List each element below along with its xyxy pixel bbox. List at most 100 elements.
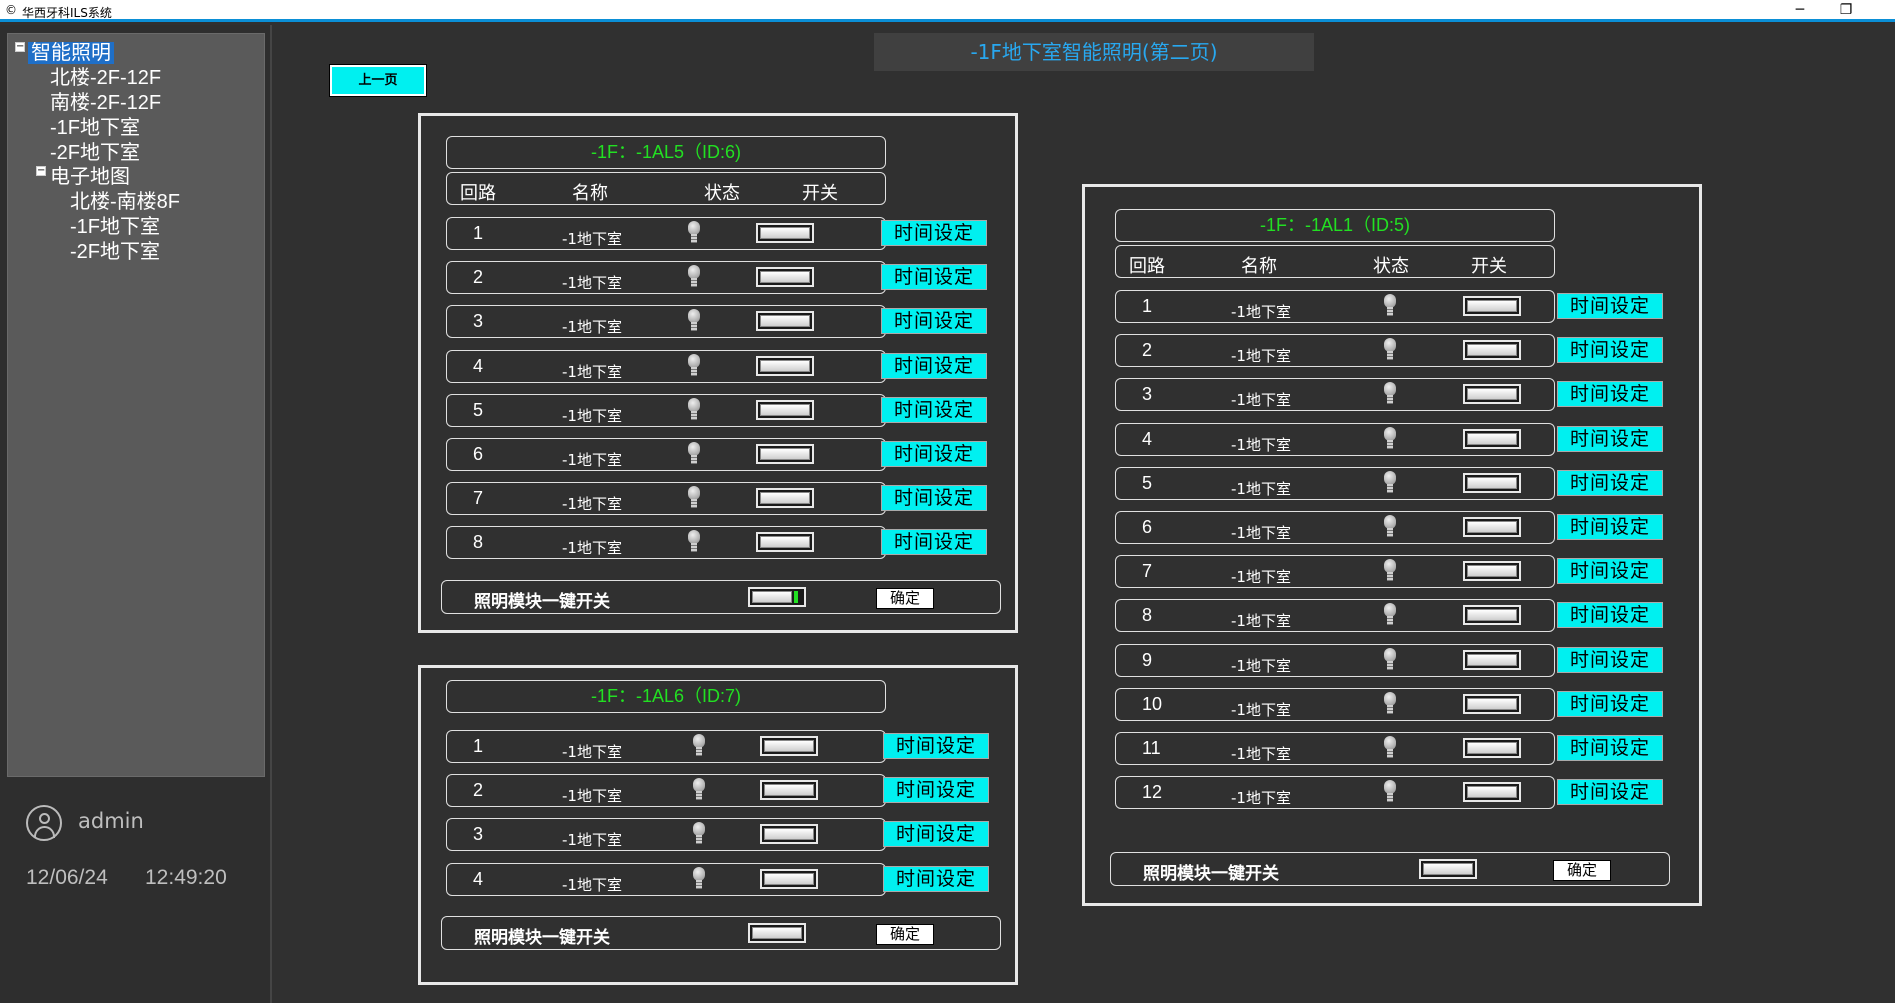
master-switch-toggle[interactable] [748, 923, 806, 943]
confirm-button[interactable]: 确定 [1553, 860, 1611, 881]
bulb-globe [1384, 559, 1396, 573]
circuit-switch[interactable] [1463, 694, 1521, 714]
panel-column-header: 回路 名称 状态 开关 [446, 172, 886, 205]
time-setting-button[interactable]: 时间设定 [1557, 602, 1663, 628]
confirm-button[interactable]: 确定 [876, 924, 934, 945]
circuit-switch[interactable] [1463, 605, 1521, 625]
toggle-knob [1423, 863, 1473, 875]
column-name: 名称 [572, 183, 608, 204]
circuit-row: 8 -1地下室 [446, 526, 886, 559]
circuit-switch[interactable] [756, 356, 814, 376]
time-setting-button[interactable]: 时间设定 [1557, 470, 1663, 496]
time-setting-button[interactable]: 时间设定 [1557, 691, 1663, 717]
circuit-switch[interactable] [1463, 738, 1521, 758]
bulb-base [1387, 572, 1393, 581]
light-bulb-icon [686, 354, 702, 379]
circuit-switch[interactable] [1463, 340, 1521, 360]
circuit-number: 7 [473, 488, 484, 508]
time-setting-button[interactable]: 时间设定 [1557, 381, 1663, 407]
circuit-row: 7 -1地下室 [1115, 555, 1555, 588]
time-setting-button[interactable]: 时间设定 [883, 733, 989, 759]
tree-item-map-basement-2f[interactable]: -2F地下室 [70, 235, 160, 264]
circuit-switch[interactable] [760, 869, 818, 889]
circuit-switch[interactable] [756, 444, 814, 464]
window-titlebar: © 华西牙科ILS系统 ─ ❐ [0, 0, 1895, 22]
bulb-base [696, 835, 702, 844]
circuit-switch[interactable] [1463, 384, 1521, 404]
circuit-row: 6 -1地下室 [446, 438, 886, 471]
circuit-switch[interactable] [756, 267, 814, 287]
circuit-switch[interactable] [1463, 473, 1521, 493]
lighting-panel: -1F：-1AL1（ID:5) 回路 名称 状态 开关 1 -1地下室 时间设定 2 -1地下室时… [1082, 184, 1702, 906]
time-setting-button[interactable]: 时间设定 [1557, 779, 1663, 805]
window-title: 华西牙科ILS系统 [22, 6, 112, 20]
panel-title: -1F：-1AL6（ID:7) [446, 680, 886, 713]
toggle-knob [1467, 344, 1517, 356]
circuit-switch[interactable] [756, 223, 814, 243]
toggle-knob [760, 536, 810, 548]
time-setting-button[interactable]: 时间设定 [883, 777, 989, 803]
time-setting-button[interactable]: 时间设定 [881, 441, 987, 467]
circuit-number: 3 [473, 311, 484, 331]
tree-collapse-icon[interactable]: − [36, 166, 46, 176]
light-bulb-icon [686, 486, 702, 511]
light-bulb-icon [686, 530, 702, 555]
circuit-switch[interactable] [760, 736, 818, 756]
user-avatar-icon [26, 805, 62, 841]
circuit-name: -1地下室 [1231, 657, 1291, 675]
panel-title: -1F：-1AL1（ID:5) [1115, 209, 1555, 242]
circuit-switch[interactable] [1463, 429, 1521, 449]
circuit-switch[interactable] [756, 311, 814, 331]
previous-page-button[interactable]: 上一页 [329, 64, 427, 97]
time-setting-button[interactable]: 时间设定 [881, 353, 987, 379]
master-switch-label: 照明模块一键开关 [474, 928, 610, 948]
circuit-switch[interactable] [1463, 561, 1521, 581]
circuit-switch[interactable] [756, 532, 814, 552]
circuit-switch[interactable] [1463, 517, 1521, 537]
light-bulb-icon [1382, 559, 1398, 584]
time-setting-button[interactable]: 时间设定 [881, 529, 987, 555]
circuit-switch[interactable] [760, 780, 818, 800]
light-bulb-icon [1382, 603, 1398, 628]
time-setting-button[interactable]: 时间设定 [881, 220, 987, 246]
circuit-switch[interactable] [1463, 650, 1521, 670]
confirm-button[interactable]: 确定 [876, 588, 934, 609]
time-setting-button[interactable]: 时间设定 [1557, 337, 1663, 363]
toggle-knob [1467, 565, 1517, 577]
time-setting-button[interactable]: 时间设定 [1557, 647, 1663, 673]
bulb-base [696, 791, 702, 800]
time-setting-button[interactable]: 时间设定 [883, 821, 989, 847]
circuit-row: 5 -1地下室 [446, 394, 886, 427]
time-setting-button[interactable]: 时间设定 [1557, 293, 1663, 319]
time-setting-button[interactable]: 时间设定 [1557, 426, 1663, 452]
circuit-switch[interactable] [1463, 782, 1521, 802]
time-setting-button[interactable]: 时间设定 [1557, 735, 1663, 761]
maximize-button[interactable]: ❐ [1826, 1, 1866, 20]
time-setting-button[interactable]: 时间设定 [881, 485, 987, 511]
minimize-button[interactable]: ─ [1780, 1, 1820, 20]
tree-collapse-icon[interactable]: − [15, 42, 25, 52]
circuit-switch[interactable] [756, 488, 814, 508]
bulb-base [691, 411, 697, 420]
master-switch-toggle[interactable] [1419, 859, 1477, 879]
time-setting-button[interactable]: 时间设定 [1557, 514, 1663, 540]
time-setting-button[interactable]: 时间设定 [1557, 558, 1663, 584]
master-switch-toggle[interactable] [748, 587, 806, 607]
bulb-base [1387, 440, 1393, 449]
bulb-globe [688, 486, 700, 500]
circuit-switch[interactable] [756, 400, 814, 420]
light-bulb-icon [1382, 648, 1398, 673]
time-setting-button[interactable]: 时间设定 [883, 866, 989, 892]
bulb-globe [688, 354, 700, 368]
time-setting-button[interactable]: 时间设定 [881, 264, 987, 290]
time-setting-button[interactable]: 时间设定 [881, 397, 987, 423]
column-status: 状态 [1373, 256, 1409, 277]
time-setting-button[interactable]: 时间设定 [881, 308, 987, 334]
circuit-switch[interactable] [1463, 296, 1521, 316]
circuit-number: 1 [473, 736, 484, 756]
light-bulb-icon [691, 822, 707, 847]
circuit-name: -1地下室 [1231, 347, 1291, 365]
circuit-switch[interactable] [760, 824, 818, 844]
circuit-name: -1地下室 [562, 407, 622, 425]
toggle-knob [752, 927, 802, 939]
